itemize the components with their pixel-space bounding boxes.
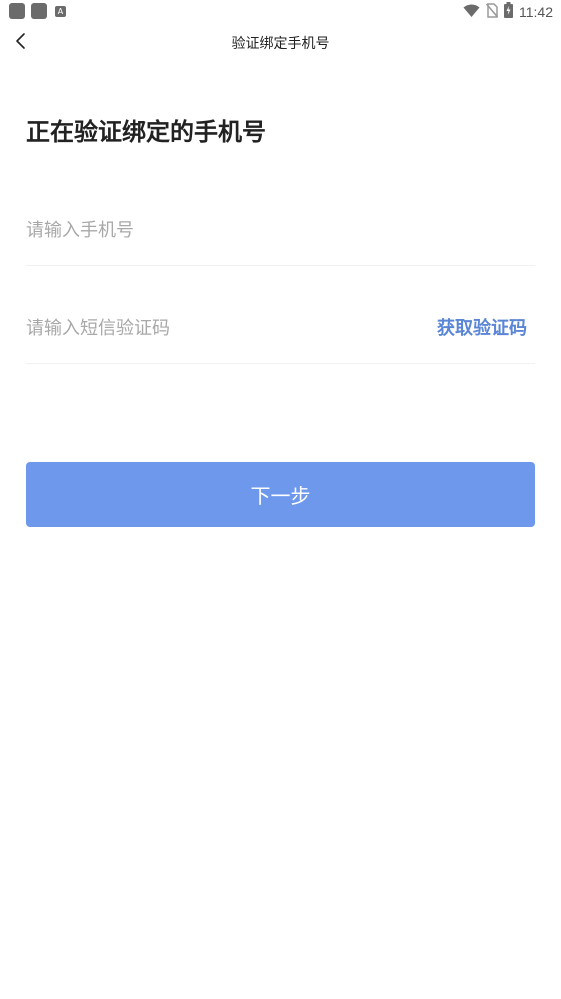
no-sim-icon — [485, 2, 499, 22]
sms-code-field: 获取验证码 — [26, 298, 535, 364]
a-notification-icon: A — [55, 5, 66, 17]
next-step-button[interactable]: 下一步 — [26, 462, 535, 527]
status-bar-notifications: A — [9, 3, 66, 19]
status-bar: A 11:42 — [0, 0, 561, 24]
sms-code-input[interactable] — [26, 312, 406, 344]
title-bar: 验证绑定手机号 — [0, 24, 561, 62]
wifi-icon — [463, 3, 480, 22]
app-notification-icon — [31, 3, 47, 19]
phone-field — [26, 200, 535, 266]
status-time: 11:42 — [519, 4, 553, 20]
app-notification-icon — [9, 3, 25, 19]
section-heading: 正在验证绑定的手机号 — [26, 118, 266, 146]
get-code-button[interactable]: 获取验证码 — [437, 314, 527, 340]
page-title: 验证绑定手机号 — [231, 36, 330, 52]
phone-input[interactable] — [26, 214, 406, 246]
battery-charging-icon — [504, 2, 513, 22]
status-bar-system: 11:42 — [463, 2, 553, 22]
